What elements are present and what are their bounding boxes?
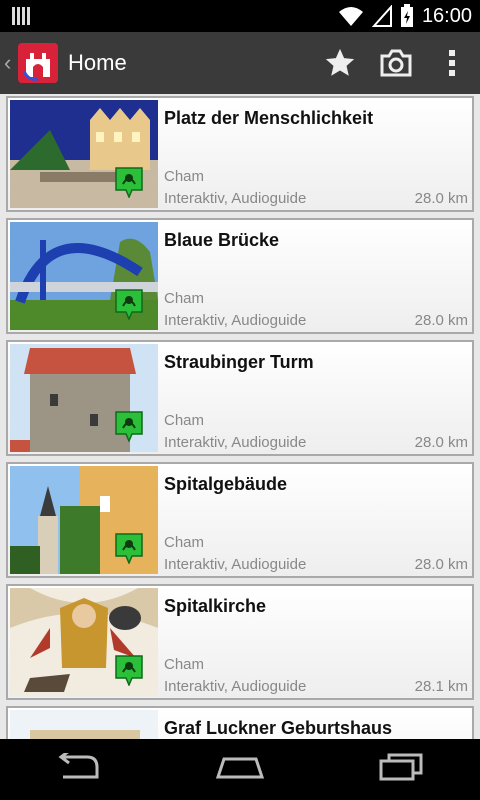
item-title: Spitalkirche: [164, 596, 267, 616]
action-bar: ‹ Home: [0, 32, 480, 94]
list-item[interactable]: Graf Luckner Geburtshaus: [6, 706, 474, 739]
back-icon[interactable]: [57, 749, 101, 786]
item-tags: Interaktiv, Audioguide: [164, 190, 307, 207]
audioguide-badge-icon: [115, 533, 143, 564]
wifi-icon: [338, 7, 363, 26]
item-distance: 28.0 km: [414, 190, 468, 207]
list-item[interactable]: Straubinger Turm Cham Interaktiv, Audiog…: [6, 340, 474, 456]
item-city: Cham: [164, 168, 205, 185]
recent-apps-icon[interactable]: [379, 753, 423, 786]
item-tags: Interaktiv, Audioguide: [164, 434, 307, 451]
list-item[interactable]: Platz der Menschlichkeit Cham Interaktiv…: [6, 96, 474, 212]
status-bar: 16:00: [0, 0, 480, 32]
audioguide-badge-icon: [115, 167, 143, 198]
item-title: Blaue Brücke: [164, 230, 280, 250]
camera-icon[interactable]: [368, 32, 424, 94]
item-city: Cham: [164, 656, 205, 673]
status-time: 16:00: [421, 4, 472, 27]
list-item[interactable]: Spitalgebäude Cham Interaktiv, Audioguid…: [6, 462, 474, 578]
list-item[interactable]: Spitalkirche Cham Interaktiv, Audioguide…: [6, 584, 474, 700]
navigation-bar: [0, 739, 480, 800]
audioguide-badge-icon: [115, 289, 143, 320]
item-distance: 28.0 km: [414, 556, 468, 573]
item-title: Spitalgebäude: [164, 474, 288, 494]
item-title: Straubinger Turm: [164, 352, 314, 372]
item-tags: Interaktiv, Audioguide: [164, 678, 307, 695]
home-icon[interactable]: [215, 755, 265, 784]
poi-list[interactable]: Platz der Menschlichkeit Cham Interaktiv…: [0, 94, 480, 739]
notification-icon: [12, 7, 30, 25]
item-distance: 28.0 km: [414, 434, 468, 451]
item-city: Cham: [164, 290, 205, 307]
signal-icon: [371, 5, 392, 27]
app-logo[interactable]: [18, 43, 58, 83]
star-icon[interactable]: [312, 32, 368, 94]
chevron-left-icon[interactable]: ‹: [4, 50, 16, 76]
item-distance: 28.1 km: [414, 678, 468, 695]
item-title: Graf Luckner Geburtshaus: [164, 718, 393, 738]
item-title: Platz der Menschlichkeit: [164, 108, 374, 128]
item-distance: 28.0 km: [414, 312, 468, 329]
page-title: Home: [68, 50, 127, 75]
overflow-menu-icon[interactable]: [424, 32, 480, 94]
audioguide-badge-icon: [115, 411, 143, 442]
list-item[interactable]: Blaue Brücke Cham Interaktiv, Audioguide…: [6, 218, 474, 334]
item-tags: Interaktiv, Audioguide: [164, 312, 307, 329]
item-city: Cham: [164, 412, 205, 429]
thumbnail-image: [10, 710, 158, 739]
item-city: Cham: [164, 534, 205, 551]
audioguide-badge-icon: [115, 655, 143, 686]
battery-icon: [400, 4, 413, 27]
item-tags: Interaktiv, Audioguide: [164, 556, 307, 573]
